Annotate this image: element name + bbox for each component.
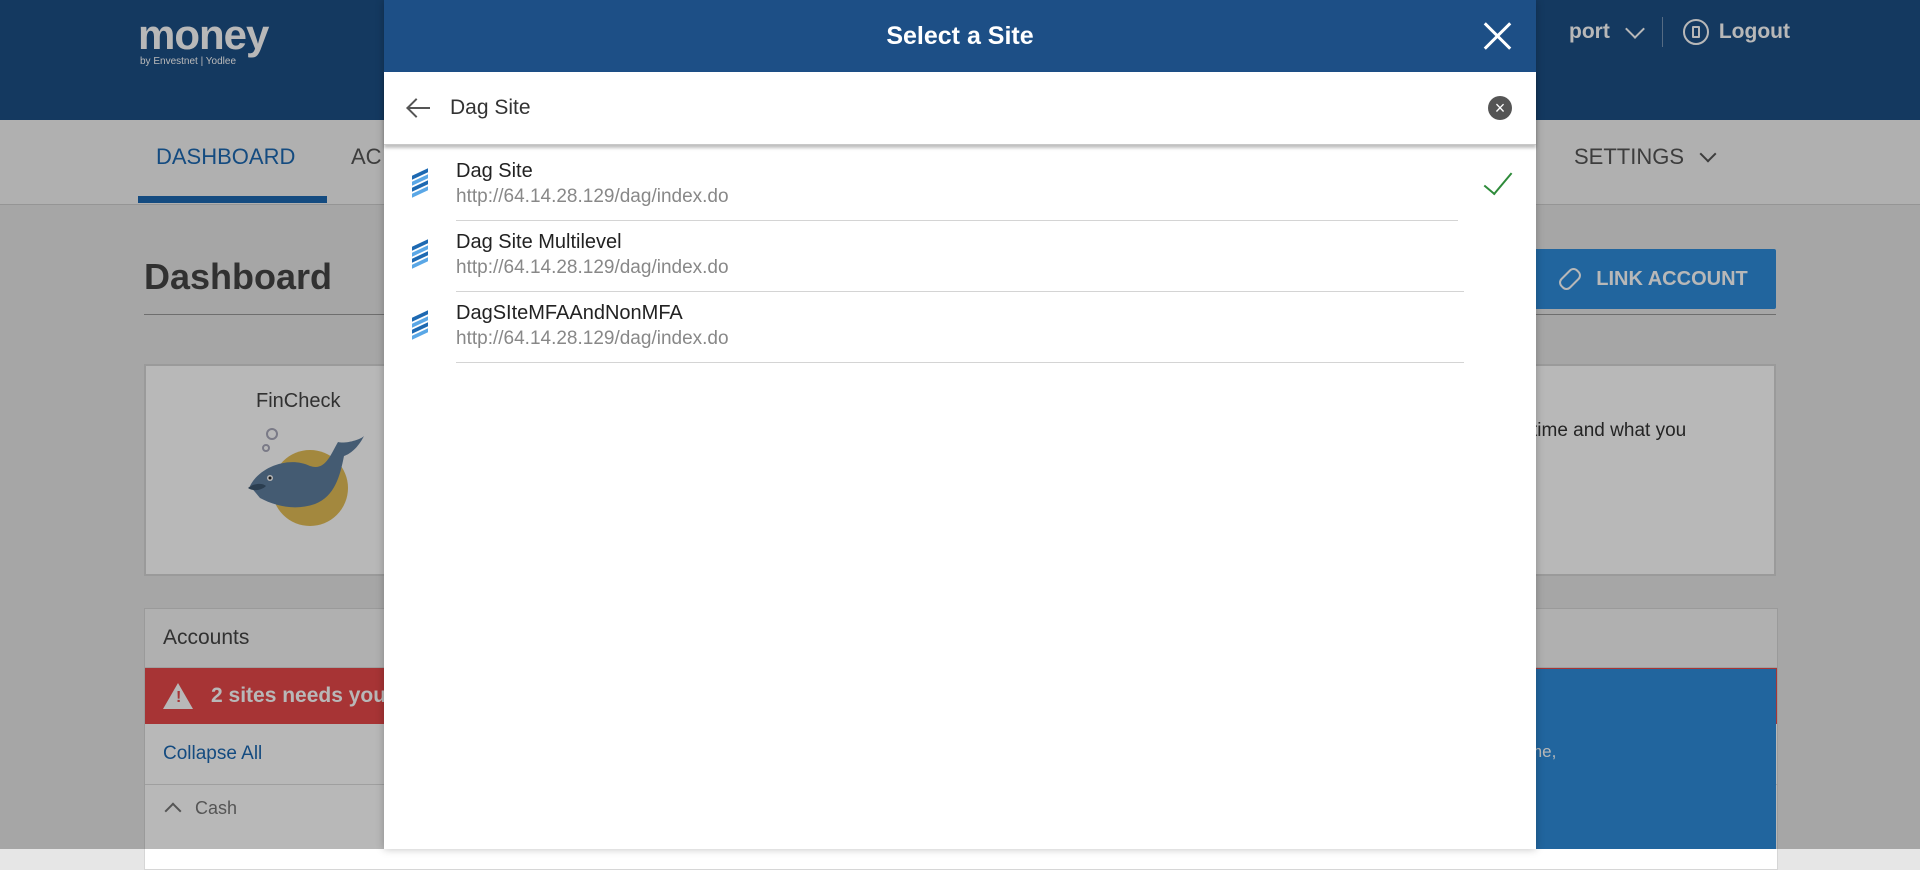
site-search-input[interactable] bbox=[450, 90, 1450, 126]
back-arrow-icon[interactable] bbox=[406, 96, 432, 120]
site-logo-icon bbox=[412, 168, 428, 198]
clear-search-icon[interactable]: × bbox=[1488, 96, 1512, 120]
site-result-row[interactable]: Dag Site Multilevel http://64.14.28.129/… bbox=[384, 221, 1536, 292]
close-icon[interactable] bbox=[1482, 21, 1512, 51]
modal-header: Select a Site bbox=[384, 0, 1536, 72]
site-url: http://64.14.28.129/dag/index.do bbox=[456, 257, 729, 278]
site-url: http://64.14.28.129/dag/index.do bbox=[456, 186, 729, 207]
site-result-row[interactable]: Dag Site http://64.14.28.129/dag/index.d… bbox=[384, 150, 1536, 221]
site-url: http://64.14.28.129/dag/index.do bbox=[456, 328, 729, 349]
site-logo-icon bbox=[412, 310, 428, 340]
checkmark-icon bbox=[1483, 164, 1513, 196]
modal-title: Select a Site bbox=[886, 22, 1034, 50]
divider bbox=[456, 362, 1464, 363]
site-results-list: Dag Site http://64.14.28.129/dag/index.d… bbox=[384, 150, 1536, 363]
site-result-row[interactable]: DagSIteMFAAndNonMFA http://64.14.28.129/… bbox=[384, 292, 1536, 363]
site-logo-icon bbox=[412, 239, 428, 269]
select-site-modal: Select a Site × Dag Site http://64.14.28… bbox=[384, 0, 1536, 849]
site-name: Dag Site bbox=[456, 160, 533, 182]
site-name: Dag Site Multilevel bbox=[456, 231, 622, 253]
site-name: DagSIteMFAAndNonMFA bbox=[456, 302, 683, 324]
site-search-bar: × bbox=[384, 72, 1536, 145]
